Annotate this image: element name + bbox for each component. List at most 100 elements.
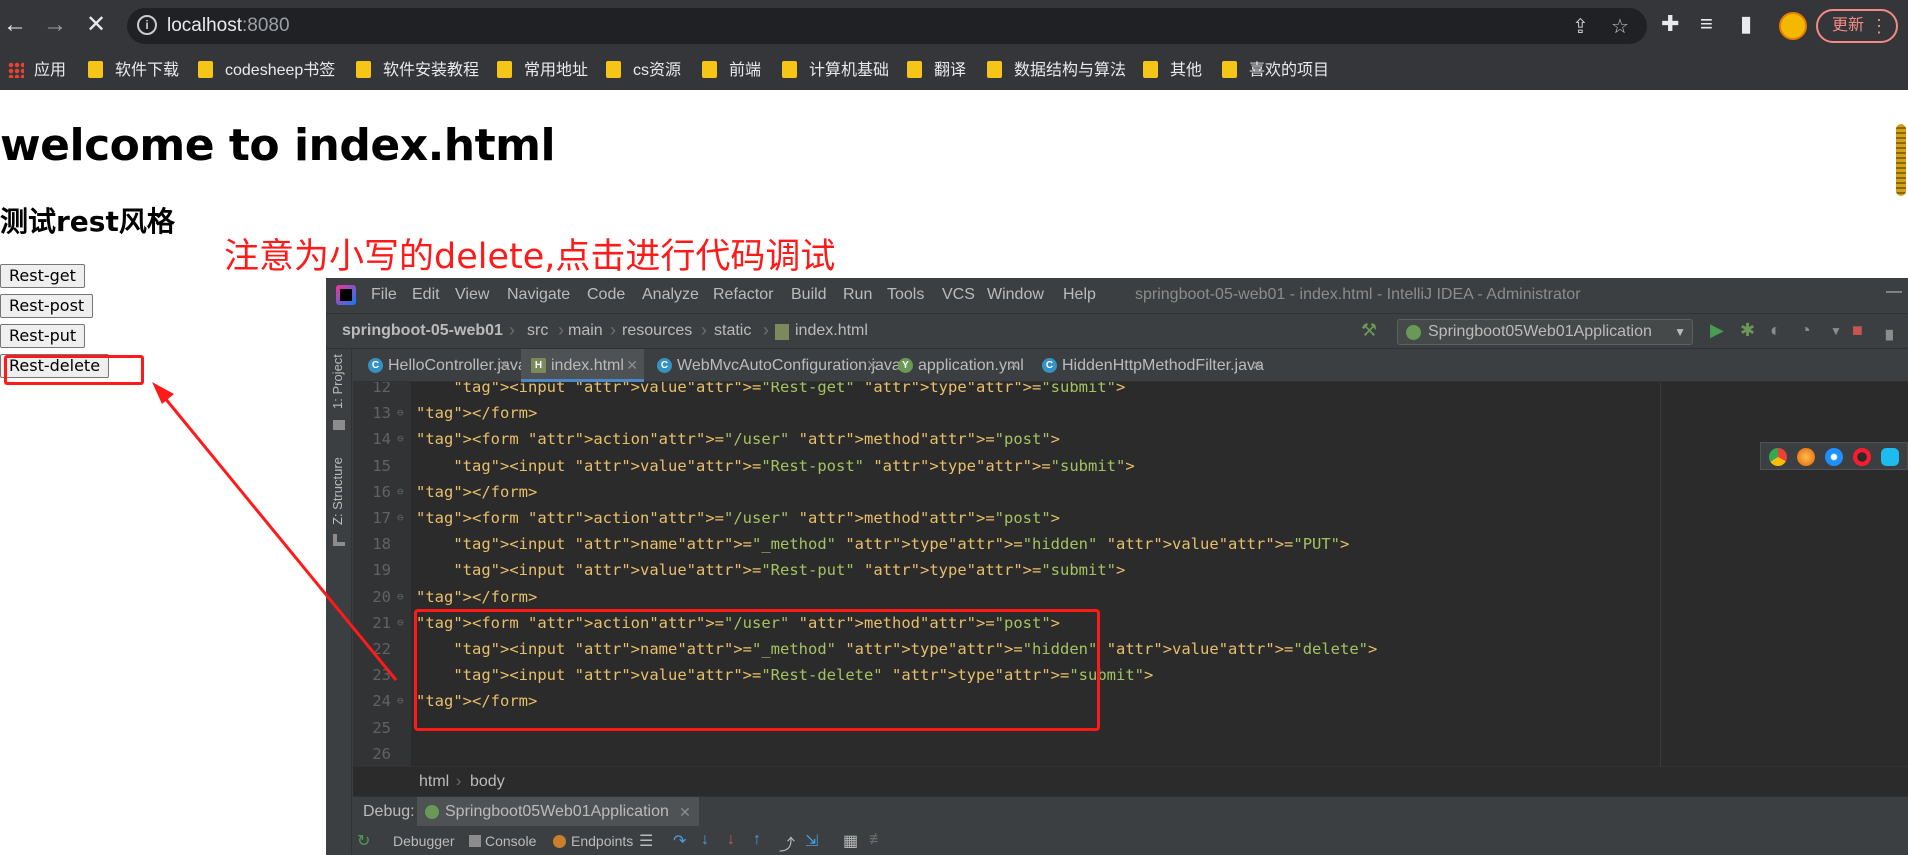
crumb-src[interactable]: src [527,322,548,340]
site-info-icon[interactable]: i [137,15,157,35]
code-line[interactable]: 12 "tag"><input "attr">value"attr">="Res… [353,382,1908,400]
back-arrow-icon[interactable]: ← [0,10,30,40]
menu-vcs[interactable]: VCS [942,286,975,304]
more-menu-icon[interactable]: ⋮ [1870,11,1888,41]
code-line[interactable]: 16 ⊖ "tag"></form> [353,479,1908,505]
tab-webmvc-autoconfig[interactable]: C WebMvcAutoConfiguration.java ✕ [647,349,901,382]
project-panel-tab[interactable]: 1: Project [330,354,345,409]
menu-refactor[interactable]: Refactor [713,286,773,304]
code-line[interactable]: 20 ⊖ "tag"></form> [353,584,1908,610]
code-line[interactable]: 15 "tag"><input "attr">value"attr">="Res… [353,453,1908,479]
run-icon[interactable]: ▶ [1710,320,1724,341]
profile-run-icon[interactable]: ◔ [1800,320,1811,341]
debug-session-tab[interactable]: Springboot05Web01Application ✕ [417,797,699,827]
evaluate-expression-icon[interactable]: ▦ [843,831,858,851]
menu-help[interactable]: Help [1063,286,1096,304]
crumb-file[interactable]: index.html [775,322,868,340]
menu-tools[interactable]: Tools [887,286,924,304]
bookmark-star-icon[interactable]: ☆ [1611,14,1629,39]
bookmark-folder[interactable]: 翻译 [907,59,966,83]
stop-loading-icon[interactable]: ✕ [81,10,111,40]
fold-marker-icon[interactable]: ⊖ [397,426,404,452]
code-line[interactable]: 19 "tag"><input "attr">value"attr">="Res… [353,557,1908,583]
address-bar[interactable]: i localhost:8080 ⇪ ☆ [127,8,1647,44]
debug-bug-icon[interactable]: ✱ [1740,320,1755,341]
crumb-resources[interactable]: resources [622,322,692,340]
menu-view[interactable]: View [455,286,489,304]
dropdown-arrow-icon[interactable]: ▼ [1830,324,1842,338]
menu-window[interactable]: Window [987,286,1044,304]
minimize-icon[interactable]: — [1886,283,1902,301]
crumb-static[interactable]: static [714,322,751,340]
bookmark-folder[interactable]: 常用地址 [497,59,588,83]
bookmark-folder[interactable]: cs资源 [606,59,681,83]
firefox-icon[interactable] [1797,448,1815,466]
extensions-puzzle-icon[interactable]: ✚ [1661,11,1679,37]
code-line[interactable]: 13 ⊖ "tag"></form> [353,400,1908,426]
fold-marker-icon[interactable]: ⊖ [397,584,404,610]
endpoints-tab[interactable]: Endpoints [553,833,633,849]
close-tab-icon[interactable]: ✕ [1008,349,1020,382]
code-line[interactable]: 26 [353,741,1908,766]
rest-get-button[interactable]: Rest-get [0,264,85,288]
debugger-tab[interactable]: Debugger [393,833,455,849]
code-line[interactable]: 14 ⊖ "tag"><form "attr">action"attr">="/us… [353,426,1908,452]
crumb-main[interactable]: main [568,322,603,340]
chrome-icon[interactable] [1769,448,1787,466]
fold-marker-icon[interactable]: ⊖ [397,400,404,426]
coverage-icon[interactable]: ◐ [1770,320,1781,341]
run-configuration-select[interactable]: Springboot05Web01Application ▼ [1397,319,1693,345]
bookmark-folder[interactable]: 数据结构与算法 [987,59,1126,83]
rest-post-button[interactable]: Rest-post [0,294,94,318]
force-step-into-icon[interactable]: ↓ [727,831,735,849]
close-tab-icon[interactable]: ✕ [498,349,510,382]
menu-lines-icon[interactable]: ☰ [639,831,653,851]
close-tab-icon[interactable]: ✕ [679,797,691,827]
bookmark-folder[interactable]: 软件安装教程 [356,59,479,83]
close-tab-icon[interactable]: ✕ [626,349,638,382]
menu-file[interactable]: File [371,286,397,304]
build-hammer-icon[interactable]: ⚒ [1361,320,1377,341]
crumb-html[interactable]: html [419,773,449,791]
share-icon[interactable]: ⇪ [1572,14,1589,39]
fold-marker-icon[interactable]: ⊖ [397,479,404,505]
step-over-icon[interactable]: ↷ [673,831,686,851]
run-to-cursor-icon[interactable]: ⇲ [805,831,818,851]
crumb-project[interactable]: springboot-05-web01 [342,322,503,340]
step-out-icon[interactable]: ↑ [753,831,761,849]
menu-navigate[interactable]: Navigate [507,286,570,304]
crumb-body[interactable]: body [470,773,505,791]
bookmark-apps[interactable]: 应用 [8,59,66,83]
menu-run[interactable]: Run [843,286,872,304]
safari-icon[interactable] [1825,448,1843,466]
step-into-icon[interactable]: ↓ [701,831,709,849]
profile-avatar[interactable] [1779,12,1807,40]
bookmark-folder[interactable]: 软件下载 [88,59,179,83]
rerun-icon[interactable]: ↻ [357,831,370,851]
menu-code[interactable]: Code [587,286,625,304]
tab-hidden-method-filter[interactable]: C HiddenHttpMethodFilter.java ✕ [1032,349,1271,382]
reading-list-icon[interactable]: ≡ [1700,11,1713,37]
console-tab[interactable]: Console [469,833,536,849]
internet-explorer-icon[interactable] [1881,448,1899,466]
bookmark-folder[interactable]: 计算机基础 [782,59,889,83]
opera-icon[interactable] [1853,448,1871,466]
update-button[interactable]: 更新 ⋮ [1816,9,1898,43]
structure-panel-tab[interactable]: Z: Structure [330,457,345,525]
menu-edit[interactable]: Edit [412,286,440,304]
forward-arrow-icon[interactable]: → [40,10,70,40]
page-scrollbar[interactable] [1896,124,1906,196]
side-panel-icon[interactable]: ▮ [1740,11,1752,37]
bookmark-folder[interactable]: 前端 [702,59,761,83]
close-tab-icon[interactable]: ✕ [1251,349,1263,382]
code-line[interactable]: 18 "tag"><input "attr">name"attr">="_met… [353,531,1908,557]
tab-application-yml[interactable]: Yapplication.yml ✕ [888,349,1028,382]
fold-marker-icon[interactable]: ⊖ [397,688,404,714]
fold-marker-icon[interactable]: ⊖ [397,610,404,636]
bookmark-folder[interactable]: codesheep书签 [198,59,335,83]
menu-build[interactable]: Build [791,286,827,304]
bookmark-folder[interactable]: 喜欢的项目 [1222,59,1329,83]
bookmark-folder[interactable]: 其他 [1143,59,1202,83]
code-line[interactable]: 17 ⊖ "tag"><form "attr">action"attr">="/us… [353,505,1908,531]
tab-hello-controller[interactable]: C HelloController.java ✕ [358,349,527,382]
